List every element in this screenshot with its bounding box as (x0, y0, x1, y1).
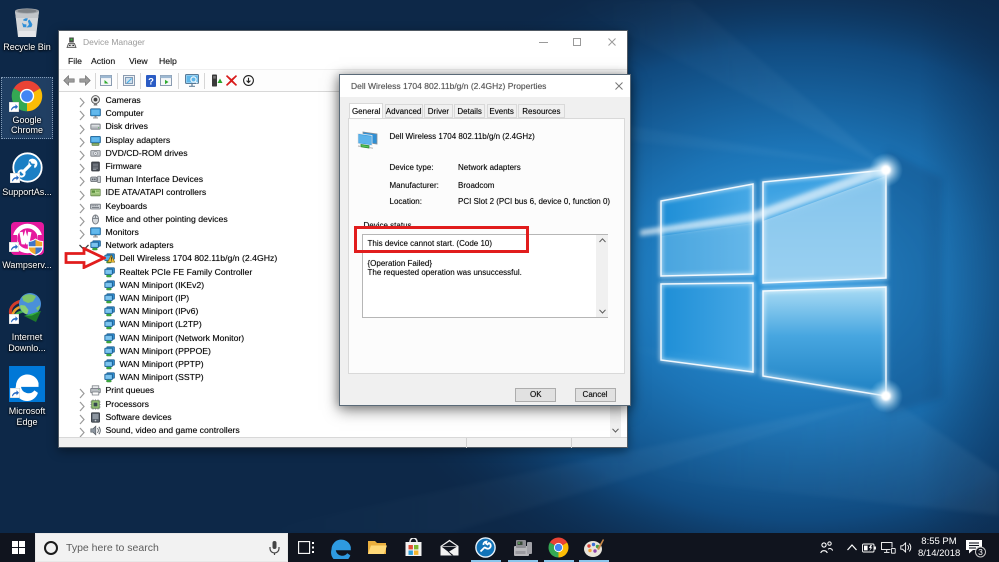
svg-text:3: 3 (978, 547, 983, 557)
svg-text:?: ? (148, 76, 154, 87)
